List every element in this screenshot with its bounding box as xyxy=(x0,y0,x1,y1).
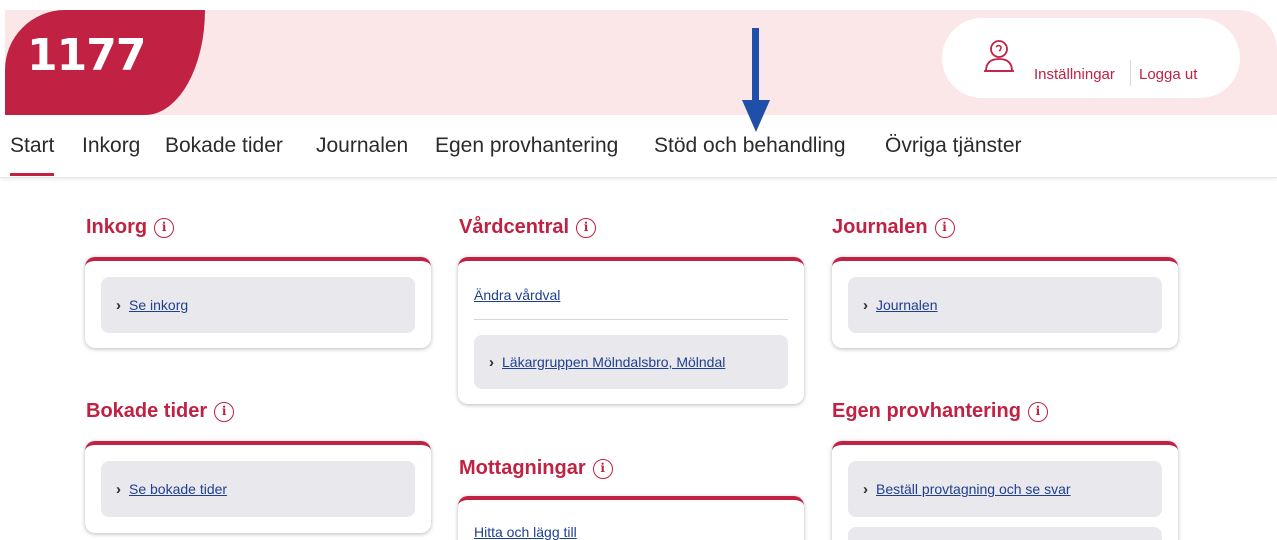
andra-vardval-link[interactable]: Ändra vårdval xyxy=(474,287,560,303)
next-row-button[interactable] xyxy=(848,527,1162,540)
tab-journalen[interactable]: Journalen xyxy=(316,134,408,158)
hitta-mottagning-link[interactable]: Hitta och lägg till xyxy=(474,524,577,540)
chevron-right-icon: › xyxy=(116,296,121,314)
logo-text: 1177 xyxy=(27,30,146,81)
info-icon[interactable]: i xyxy=(592,458,613,479)
se-bokade-link[interactable]: Se bokade tider xyxy=(129,481,227,497)
settings-link[interactable]: Inställningar xyxy=(1034,66,1115,83)
tab-egen-provhantering[interactable]: Egen provhantering xyxy=(435,134,618,158)
tab-ovriga-tjanster[interactable]: Övriga tjänster xyxy=(885,134,1022,158)
se-inkorg-link[interactable]: Se inkorg xyxy=(129,297,188,313)
mottagningar-title: Mottagningar xyxy=(459,457,586,479)
bestall-provtagning-link[interactable]: Beställ provtagning och se svar xyxy=(876,481,1071,497)
journalen-card: › Journalen xyxy=(832,257,1178,348)
bokade-card: › Se bokade tider xyxy=(85,441,431,533)
user-menu: Inställningar Logga ut xyxy=(942,18,1240,98)
vardcentral-card: Ändra vårdval › Läkargruppen Mölndalsbro… xyxy=(458,257,804,404)
clinic-link[interactable]: Läkargruppen Mölndalsbro, Mölndal xyxy=(502,354,725,370)
egen-heading: Egen provhantering i xyxy=(832,400,1048,423)
divider xyxy=(474,319,788,320)
inkorg-title: Inkorg xyxy=(86,216,148,238)
chevron-right-icon: › xyxy=(863,296,868,314)
vardcentral-heading: Vårdcentral i xyxy=(459,216,597,239)
chevron-right-icon: › xyxy=(116,480,121,498)
bokade-heading: Bokade tider i xyxy=(86,400,235,423)
egen-card: › Beställ provtagning och se svar xyxy=(832,441,1178,540)
egen-title: Egen provhantering xyxy=(832,400,1021,422)
info-icon[interactable]: i xyxy=(576,217,597,238)
main-nav: Start Inkorg Bokade tider Journalen Egen… xyxy=(0,118,1277,178)
vardcentral-title: Vårdcentral xyxy=(459,216,570,238)
clinic-button[interactable]: › Läkargruppen Mölndalsbro, Mölndal xyxy=(474,335,788,389)
info-icon[interactable]: i xyxy=(1027,401,1048,422)
inkorg-heading: Inkorg i xyxy=(86,216,175,239)
mottagningar-card: Hitta och lägg till xyxy=(458,496,804,540)
logo[interactable]: 1177 xyxy=(5,10,205,115)
se-bokade-button[interactable]: › Se bokade tider xyxy=(101,461,415,517)
bokade-title: Bokade tider xyxy=(86,400,208,422)
info-icon[interactable]: i xyxy=(154,217,175,238)
tab-start[interactable]: Start xyxy=(10,134,55,176)
user-icon xyxy=(984,40,1014,72)
journalen-button[interactable]: › Journalen xyxy=(848,277,1162,333)
site-header: 1177 Inställningar Logga ut xyxy=(5,10,1277,115)
journalen-title: Journalen xyxy=(832,216,928,238)
bestall-provtagning-button[interactable]: › Beställ provtagning och se svar xyxy=(848,461,1162,517)
tab-bokade-tider[interactable]: Bokade tider xyxy=(165,134,283,158)
logout-link[interactable]: Logga ut xyxy=(1139,66,1197,83)
info-icon[interactable]: i xyxy=(934,217,955,238)
chevron-right-icon: › xyxy=(863,480,868,498)
inkorg-card: › Se inkorg xyxy=(85,257,431,348)
journalen-link[interactable]: Journalen xyxy=(876,297,938,313)
chevron-right-icon: › xyxy=(489,353,494,371)
link-divider xyxy=(1130,60,1131,86)
journalen-heading: Journalen i xyxy=(832,216,955,239)
tab-inkorg[interactable]: Inkorg xyxy=(82,134,140,158)
info-icon[interactable]: i xyxy=(214,401,235,422)
mottagningar-heading: Mottagningar i xyxy=(459,457,613,480)
se-inkorg-button[interactable]: › Se inkorg xyxy=(101,277,415,333)
tab-stod-och-behandling[interactable]: Stöd och behandling xyxy=(654,134,846,158)
